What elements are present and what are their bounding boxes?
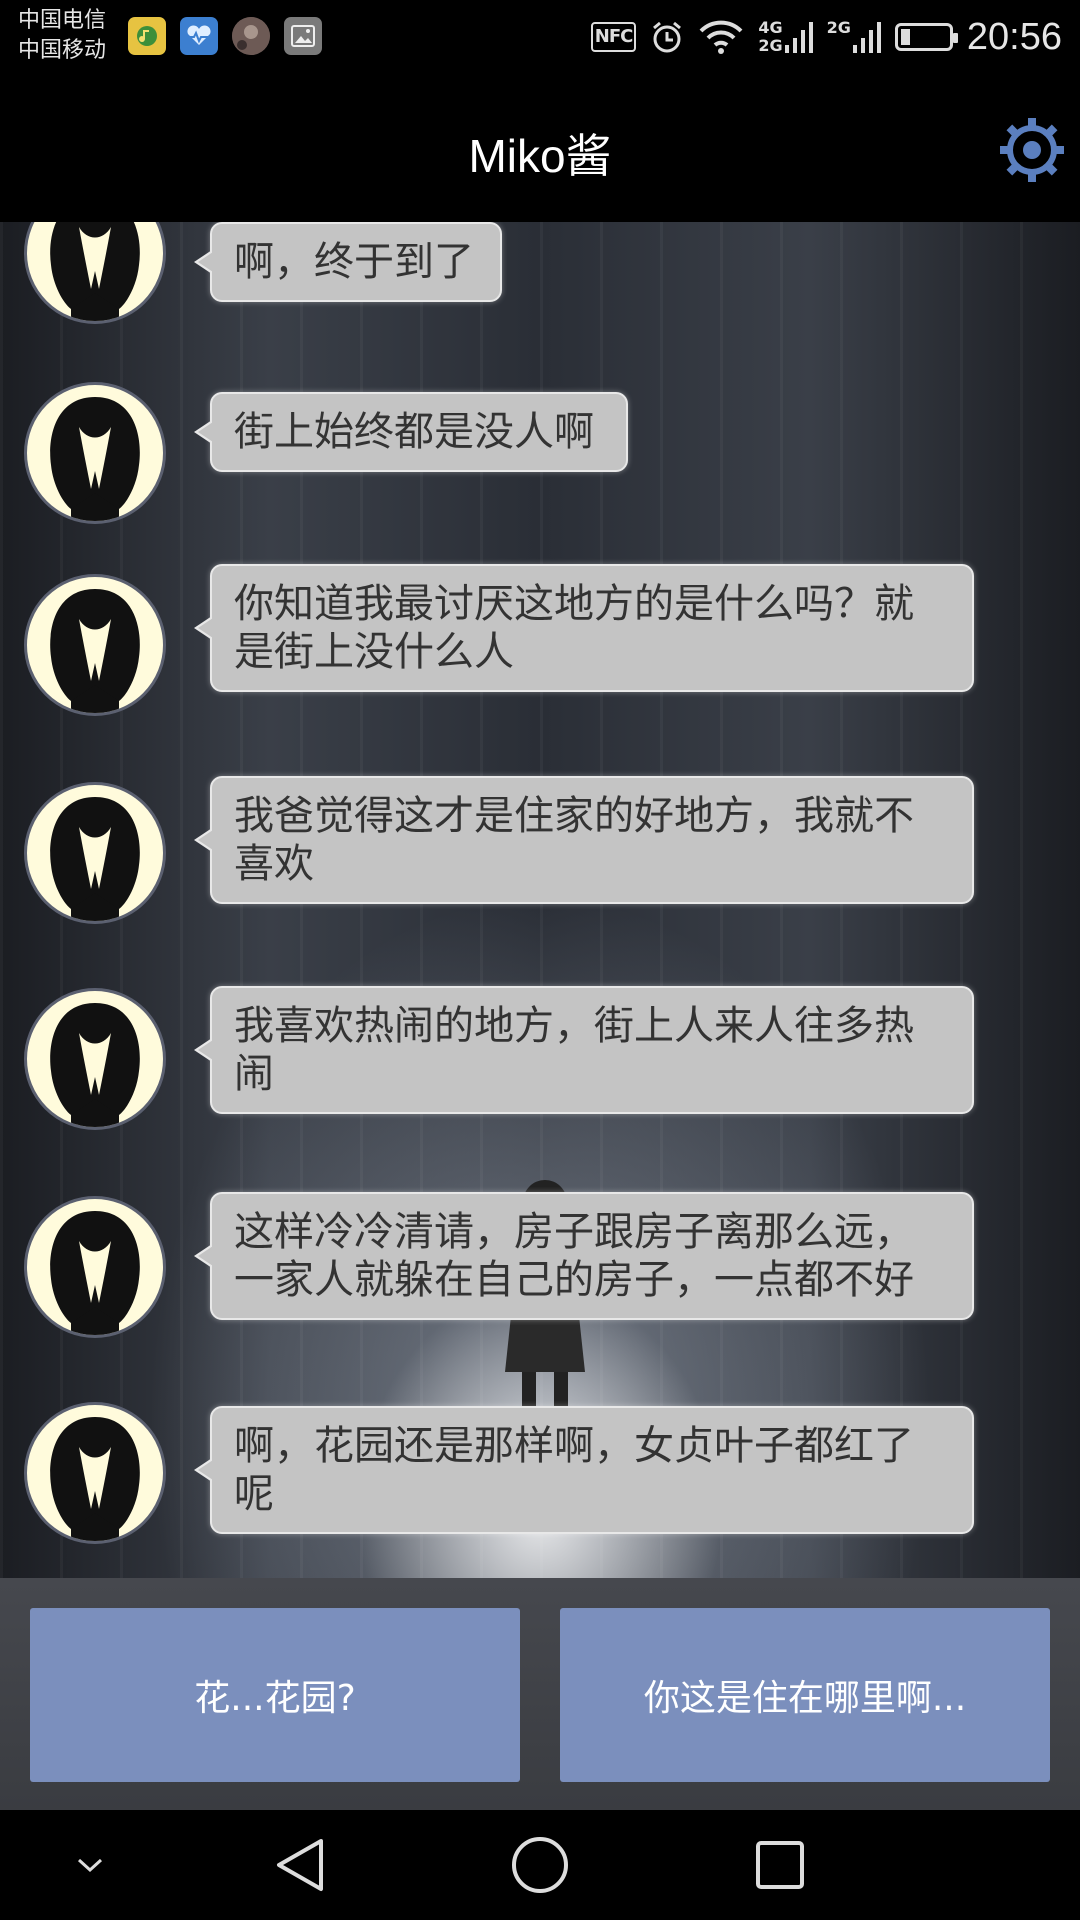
nfc-icon: NFC xyxy=(590,22,637,52)
message-text: 我爸觉得这才是住家的好地方，我就不喜欢 xyxy=(234,793,914,887)
chevron-down-icon xyxy=(77,1858,103,1873)
character-avatar-icon xyxy=(50,397,140,521)
app-header: Miko酱 xyxy=(0,74,1080,222)
gear-icon xyxy=(1000,118,1064,182)
avatar-app-icon xyxy=(232,17,270,55)
avatar xyxy=(24,222,166,324)
message-text: 啊，终于到了 xyxy=(234,239,474,285)
signal-bars-icon xyxy=(784,22,813,53)
gallery-app-icon xyxy=(284,17,322,55)
character-avatar-icon xyxy=(50,797,140,921)
message-text: 你知道我最讨厌这地方的是什么吗？就是街上没什么人 xyxy=(234,581,914,675)
app-screen: 中国电信 中国移动 NFC 4G 2G 2G 20:56 Miko酱 啊，终于到… xyxy=(0,0,1080,1920)
message-text: 我喜欢热闹的地方，街上人来人往多热闹 xyxy=(234,1003,914,1097)
character-avatar-icon xyxy=(50,222,140,321)
avatar xyxy=(24,574,166,716)
clock: 20:56 xyxy=(966,15,1062,58)
avatar xyxy=(24,988,166,1130)
avatar xyxy=(24,1402,166,1544)
network-signal-2: 2G xyxy=(827,19,881,55)
message-text: 街上始终都是没人啊 xyxy=(234,409,594,455)
choice-button-left[interactable]: 花...花园? xyxy=(30,1608,520,1782)
alarm-icon xyxy=(653,21,682,53)
chat-bubble: 这样冷冷清请，房子跟房子离那么远，一家人就躲在自己的房子，一点都不好 xyxy=(194,1192,974,1320)
recents-icon xyxy=(756,1841,804,1889)
back-icon xyxy=(277,1839,323,1891)
choice-button-right[interactable]: 你这是住在哪里啊... xyxy=(560,1608,1050,1782)
recents-button[interactable] xyxy=(730,1810,830,1920)
chat-bubble: 啊，花园还是那样啊，女贞叶子都红了呢 xyxy=(194,1406,974,1534)
carrier-labels: 中国电信 中国移动 xyxy=(18,6,106,66)
system-icons: NFC 4G 2G 2G 20:56 xyxy=(590,10,1062,64)
status-bar: 中国电信 中国移动 NFC 4G 2G 2G 20:56 xyxy=(0,0,1080,74)
chat-bubble: 啊，终于到了 xyxy=(194,222,502,302)
chat-bubble: 你知道我最讨厌这地方的是什么吗？就是街上没什么人 xyxy=(194,564,974,692)
settings-button[interactable] xyxy=(996,114,1068,186)
network-type-second: 2G xyxy=(826,18,851,37)
battery-icon xyxy=(894,23,958,51)
reply-choices: 花...花园? 你这是住在哪里啊... xyxy=(0,1578,1080,1810)
carrier-2: 中国移动 xyxy=(18,38,107,63)
home-icon xyxy=(512,1837,568,1893)
network-signal-1: 4G 2G xyxy=(758,18,813,55)
avatar xyxy=(24,1196,166,1338)
chat-area[interactable]: 啊，终于到了 街上始终都是没人啊 你知道我最讨厌这地方的是什么吗？就是街上没什么… xyxy=(0,222,1080,1578)
home-button[interactable] xyxy=(490,1810,590,1920)
character-avatar-icon xyxy=(50,1417,140,1541)
chat-bubble: 我爸觉得这才是住家的好地方，我就不喜欢 xyxy=(194,776,974,904)
navigation-bar xyxy=(0,1810,1080,1920)
signal-bars-icon xyxy=(852,22,881,53)
chat-bubble: 街上始终都是没人啊 xyxy=(194,392,628,472)
carrier-1: 中国电信 xyxy=(18,8,107,33)
hide-nav-button[interactable] xyxy=(50,1810,130,1920)
battery-level xyxy=(900,29,910,45)
music-app-icon xyxy=(128,17,166,55)
avatar xyxy=(24,782,166,924)
network-type-top: 4G xyxy=(758,18,783,37)
character-avatar-icon xyxy=(50,589,140,713)
health-app-icon xyxy=(180,17,218,55)
wifi-icon xyxy=(699,20,743,54)
character-avatar-icon xyxy=(50,1211,140,1335)
avatar xyxy=(24,382,166,524)
message-text: 这样冷冷清请，房子跟房子离那么远，一家人就躲在自己的房子，一点都不好 xyxy=(234,1209,914,1303)
network-type-bottom: 2G xyxy=(758,36,783,55)
chat-bubble: 我喜欢热闹的地方，街上人来人往多热闹 xyxy=(194,986,974,1114)
page-title: Miko酱 xyxy=(468,130,612,182)
notification-icons xyxy=(128,17,322,55)
character-avatar-icon xyxy=(50,1003,140,1127)
back-button[interactable] xyxy=(250,1810,350,1920)
message-text: 啊，花园还是那样啊，女贞叶子都红了呢 xyxy=(234,1423,914,1517)
